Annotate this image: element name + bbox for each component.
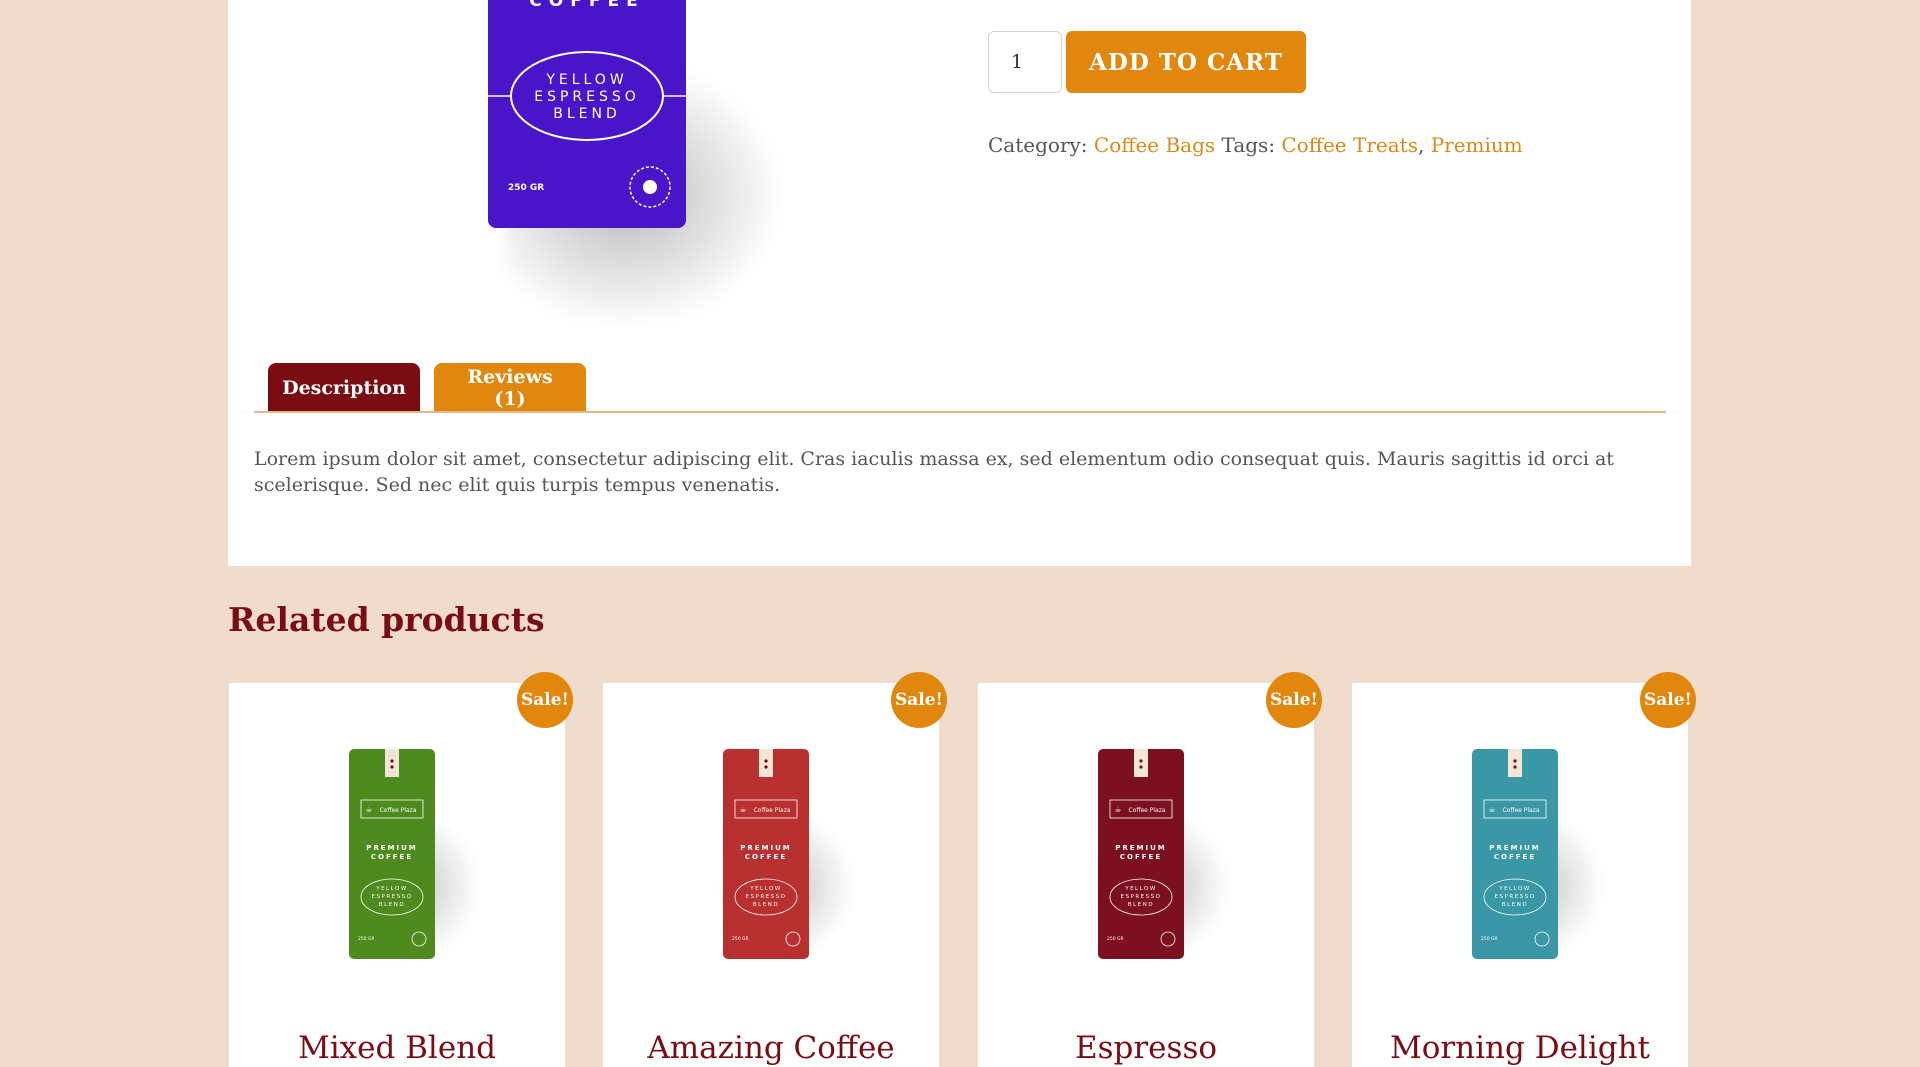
product-card-title[interactable]: Espresso [978,1030,1314,1066]
product-card[interactable]: Coffee Plaza ☕ PREMIUM COFFEE YELLOW ESPRESSO… [602,682,940,1067]
add-to-cart-button[interactable]: ADD TO CART [1066,31,1306,93]
product-card-title[interactable]: Amazing Coffee [603,1030,939,1066]
sale-badge: Sale! [1640,672,1696,728]
bag-tag-dot [764,765,768,769]
bag-blend1: YELLOW [1124,886,1157,892]
bag-tag-dot [390,765,394,769]
bag-tag-dot [1139,759,1143,763]
bag-blend1: YELLOW [749,886,782,892]
product-card-title[interactable]: Mixed Blend [229,1030,565,1066]
bag-brand: Coffee Plaza [1128,807,1165,814]
product-image[interactable]: COFFEE YELLOW ESPRESSO BLEND 250 GR [485,0,690,230]
tag-separator: , [1417,133,1425,157]
bag-line2: COFFEE [745,853,787,861]
bag-weight: 250 GR [508,183,544,193]
bag-tag-dot [1513,759,1517,763]
bag-blend3: BLEND [379,902,405,908]
product-card[interactable]: Coffee Plaza ☕ PREMIUM COFFEE YELLOW ESPRESSO… [228,682,566,1067]
category-label: Category: [988,133,1088,157]
bag-tag-dot [764,759,768,763]
bag-weight: 250 GR [1481,936,1498,942]
bag-brand: Coffee Plaza [753,807,790,814]
bag-line2: COFFEE [1494,853,1536,861]
bag-line1: PREMIUM [1115,844,1167,852]
bag-blend-line2: ESPRESSO [534,89,640,105]
bag-blend3: BLEND [753,902,779,908]
bag-tag [1508,749,1522,777]
product-card-title[interactable]: Morning Delight [1352,1030,1688,1066]
bag-tag [385,749,399,777]
bag-line1: PREMIUM [1489,844,1541,852]
tag-link-premium[interactable]: Premium [1431,133,1523,157]
bag-line2: COFFEE [1120,853,1162,861]
bag-blend1: YELLOW [375,886,408,892]
bag-blend2: ESPRESSO [1495,894,1536,900]
cup-icon: ☕ [1114,805,1121,814]
cup-icon: ☕ [365,805,372,814]
cup-icon: ☕ [739,805,746,814]
bag-line1: PREMIUM [366,844,418,852]
bag-blend-line3: BLEND [553,106,621,122]
bag-line2: COFFEE [371,853,413,861]
product-meta: Category: Coffee Bags Tags: Coffee Treat… [988,133,1523,157]
cup-icon: ☕ [1488,805,1495,814]
page: COFFEE YELLOW ESPRESSO BLEND 250 GR ADD … [0,0,1920,1067]
bag-tag-dot [390,759,394,763]
bag-tag-dot [1139,765,1143,769]
quantity-input[interactable] [988,31,1062,93]
bag-tag [759,749,773,777]
tabs-divider [254,411,1666,413]
bag-tag [1134,749,1148,777]
bag-weight: 250 GR [1107,936,1124,942]
sale-badge: Sale! [1266,672,1322,728]
bag-seal-bean-icon [643,180,657,194]
product-card-image[interactable]: Coffee Plaza ☕ PREMIUMCOFFEE YELLOW ESPRESSO… [349,749,435,959]
bag-brand: Coffee Plaza [379,807,416,814]
product-card-image[interactable]: Coffee Plaza ☕ PREMIUMCOFFEE YELLOW ESPRESSO… [723,749,809,959]
related-products-heading: Related products [228,600,545,639]
bag-weight: 250 GR [732,936,749,942]
tag-link-coffee-treats[interactable]: Coffee Treats [1281,133,1418,157]
category-link-coffee-bags[interactable]: Coffee Bags [1094,133,1215,157]
bag-tag-dot [1513,765,1517,769]
bag-blend2: ESPRESSO [746,894,787,900]
product-tabs: Description Reviews (1) [268,363,586,413]
product-card[interactable]: Coffee Plaza ☕ PREMIUM COFFEE YELLOW ESPRESSO… [1351,682,1689,1067]
bag-brand: Coffee Plaza [1502,807,1539,814]
bag-blend-line1: YELLOW [545,72,627,88]
product-description: Lorem ipsum dolor sit amet, consectetur … [254,448,1614,496]
tab-reviews[interactable]: Reviews (1) [434,363,586,413]
bag-blend2: ESPRESSO [372,894,413,900]
bag-blend3: BLEND [1128,902,1154,908]
bag-weight: 250 GR [358,936,375,942]
tab-description[interactable]: Description [268,363,420,413]
bag-blend2: ESPRESSO [1121,894,1162,900]
bag-blend3: BLEND [1502,902,1528,908]
product-card[interactable]: Coffee Plaza ☕ PREMIUM COFFEE YELLOW ESPRESSO… [977,682,1315,1067]
sale-badge: Sale! [891,672,947,728]
bag-brand-line: COFFEE [529,0,644,11]
tags-label: Tags: [1221,133,1276,157]
sale-badge: Sale! [517,672,573,728]
product-card-image[interactable]: Coffee Plaza ☕ PREMIUMCOFFEE YELLOW ESPRESSO… [1098,749,1184,959]
bag-blend1: YELLOW [1498,886,1531,892]
product-card-image[interactable]: Coffee Plaza ☕ PREMIUMCOFFEE YELLOW ESPRESSO… [1472,749,1558,959]
bag-line1: PREMIUM [740,844,792,852]
